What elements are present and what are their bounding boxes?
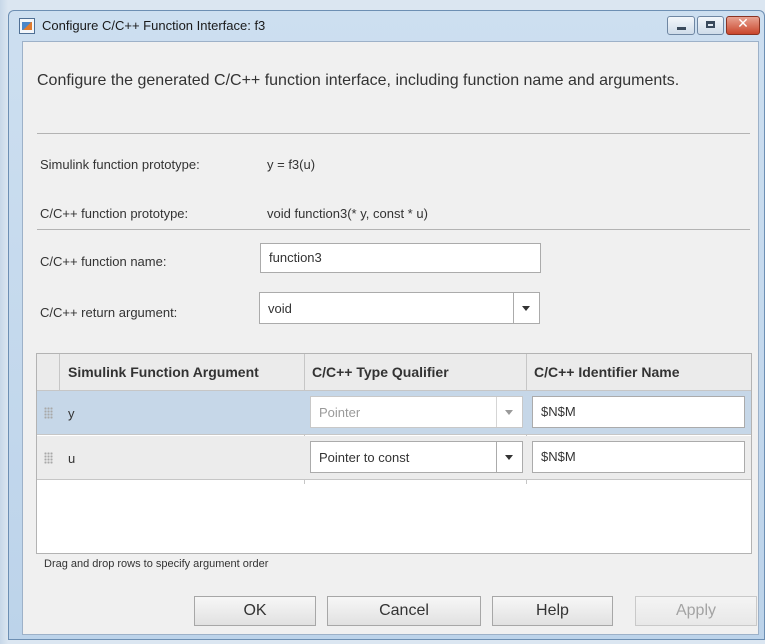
return-argument-value: void <box>268 301 292 316</box>
drag-hint: Drag and drop rows to specify argument o… <box>44 558 269 570</box>
column-header-argument[interactable]: Simulink Function Argument <box>68 364 259 380</box>
chevron-down-icon[interactable] <box>513 293 539 323</box>
argument-table: Simulink Function Argument C/C++ Type Qu… <box>36 353 752 554</box>
table-row[interactable]: y Pointer $N$M <box>37 391 751 435</box>
identifier-name-input[interactable]: $N$M <box>532 396 745 428</box>
c-prototype-value: void function3(* y, const * u) <box>267 206 428 221</box>
table-row[interactable]: u Pointer to const $N$M <box>37 436 751 480</box>
type-qualifier-value: Pointer to const <box>319 450 410 465</box>
dialog-body: Configure the generated C/C++ function i… <box>22 41 759 635</box>
type-qualifier-dropdown[interactable]: Pointer to const <box>310 441 523 473</box>
column-header-qualifier[interactable]: C/C++ Type Qualifier <box>312 364 449 380</box>
ok-button[interactable]: OK <box>194 596 316 626</box>
simulink-app-icon <box>19 18 35 34</box>
simulink-prototype-label: Simulink function prototype: <box>40 157 200 172</box>
drag-handle-icon[interactable] <box>44 452 53 464</box>
identifier-name-input[interactable]: $N$M <box>532 441 745 473</box>
dialog-window: Configure C/C++ Function Interface: f3 ✕… <box>8 10 765 640</box>
type-qualifier-dropdown: Pointer <box>310 396 523 428</box>
chevron-down-icon <box>496 397 522 427</box>
maximize-button[interactable] <box>697 16 724 35</box>
argument-name: y <box>68 406 75 421</box>
apply-button: Apply <box>635 596 757 626</box>
divider <box>37 133 750 134</box>
desktop-edge <box>0 0 8 644</box>
help-button[interactable]: Help <box>492 596 613 626</box>
minimize-icon <box>677 27 686 30</box>
drag-handle-icon[interactable] <box>44 407 53 419</box>
return-argument-label: C/C++ return argument: <box>40 305 178 320</box>
function-name-label: C/C++ function name: <box>40 254 167 269</box>
dialog-description: Configure the generated C/C++ function i… <box>37 72 680 89</box>
divider <box>37 229 750 230</box>
type-qualifier-value: Pointer <box>319 405 361 420</box>
cancel-button[interactable]: Cancel <box>327 596 481 626</box>
window-title: Configure C/C++ Function Interface: f3 <box>42 18 266 33</box>
column-header-identifier[interactable]: C/C++ Identifier Name <box>534 364 680 380</box>
table-header: Simulink Function Argument C/C++ Type Qu… <box>37 354 751 391</box>
simulink-prototype-value: y = f3(u) <box>267 157 316 172</box>
title-bar[interactable]: Configure C/C++ Function Interface: f3 ✕ <box>9 11 764 41</box>
close-button[interactable]: ✕ <box>726 16 760 35</box>
close-icon: ✕ <box>737 16 749 32</box>
chevron-down-icon[interactable] <box>496 442 522 472</box>
c-prototype-label: C/C++ function prototype: <box>40 206 189 221</box>
column-separator <box>59 354 60 390</box>
return-argument-dropdown[interactable]: void <box>259 292 540 324</box>
minimize-button[interactable] <box>667 16 695 35</box>
function-name-input[interactable]: function3 <box>260 243 541 273</box>
argument-name: u <box>68 451 76 466</box>
maximize-icon <box>706 21 715 28</box>
